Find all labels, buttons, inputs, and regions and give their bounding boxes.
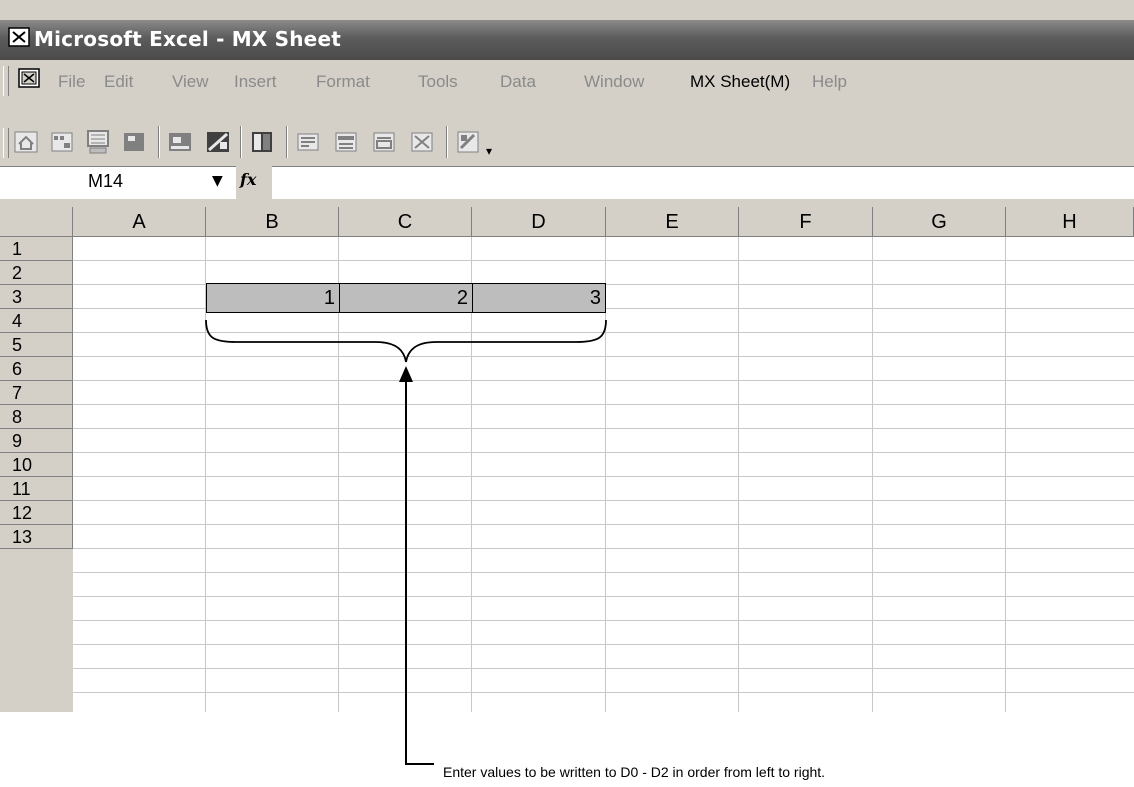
column-header-h[interactable]: H xyxy=(1006,207,1134,237)
toolbar-grip[interactable] xyxy=(3,128,9,158)
tool-book-icon[interactable] xyxy=(248,128,276,156)
row-header-9[interactable]: 9 xyxy=(0,429,73,453)
cell-c2[interactable]: 2 xyxy=(339,283,473,313)
grid-line xyxy=(73,620,1134,621)
formula-bar: M14 ▼ fx xyxy=(0,162,1134,208)
grid-line xyxy=(73,548,1134,549)
toolbar-separator xyxy=(286,126,288,158)
menu-tools[interactable]: Tools xyxy=(418,72,458,92)
row-header-2[interactable]: 2 xyxy=(0,261,73,285)
grid-line xyxy=(73,332,1134,333)
grid-line xyxy=(73,644,1134,645)
menu-mx-sheet[interactable]: MX Sheet(M) xyxy=(690,72,790,92)
grid-line xyxy=(73,356,1134,357)
tool-device-icon[interactable] xyxy=(166,128,194,156)
tool-connect-icon[interactable] xyxy=(204,128,232,156)
menu-view[interactable]: View xyxy=(172,72,209,92)
formula-input[interactable] xyxy=(272,166,1134,199)
tool-stop-icon[interactable] xyxy=(408,128,436,156)
toolbar-separator xyxy=(158,126,160,158)
menu-data[interactable]: Data xyxy=(500,72,536,92)
menu-edit[interactable]: Edit xyxy=(104,72,133,92)
grid-line xyxy=(73,524,1134,525)
name-box-value: M14 xyxy=(88,171,124,191)
annotation-note: Enter values to be written to D0 - D2 in… xyxy=(443,764,826,780)
row-header-5[interactable]: 5 xyxy=(0,333,73,357)
menu-file[interactable]: File xyxy=(58,72,85,92)
insert-function-icon[interactable]: fx xyxy=(240,170,256,189)
cell-b2[interactable]: 1 xyxy=(206,283,340,313)
tool-grid-icon[interactable] xyxy=(48,128,76,156)
column-header-f[interactable]: F xyxy=(739,207,873,237)
mx-sheet-toolbar: ▾ xyxy=(0,122,1134,162)
tool-monitor-icon[interactable] xyxy=(84,128,112,156)
grid-line xyxy=(73,428,1134,429)
window-title: Microsoft Excel - MX Sheet xyxy=(34,27,341,51)
toolbar-separator xyxy=(240,126,242,158)
row-header-4[interactable]: 4 xyxy=(0,309,73,333)
row-header-7[interactable]: 7 xyxy=(0,381,73,405)
name-box-dropdown-icon[interactable]: ▼ xyxy=(212,173,223,189)
menu-bar: File Edit View Insert Format Tools Data … xyxy=(0,60,1134,120)
menu-format[interactable]: Format xyxy=(316,72,370,92)
grid-line xyxy=(73,596,1134,597)
excel-window: Microsoft Excel - MX Sheet File Edit Vie… xyxy=(0,0,1134,712)
grid-line xyxy=(73,692,1134,693)
grid-line xyxy=(73,404,1134,405)
menu-grip[interactable] xyxy=(3,66,9,96)
row-header-10[interactable]: 10 xyxy=(0,453,73,477)
column-header-c[interactable]: C xyxy=(339,207,472,237)
column-header-g[interactable]: G xyxy=(873,207,1006,237)
cell-d2[interactable]: 3 xyxy=(472,283,606,313)
name-box[interactable]: M14 ▼ xyxy=(0,166,236,199)
row-header-6[interactable]: 6 xyxy=(0,357,73,381)
row-header-11[interactable]: 11 xyxy=(0,477,73,501)
row-header-12[interactable]: 12 xyxy=(0,501,73,525)
row-header-13[interactable]: 13 xyxy=(0,525,73,549)
toolbar-overflow-icon[interactable]: ▾ xyxy=(486,144,492,158)
row-header-3[interactable]: 3 xyxy=(0,285,73,309)
title-bar: Microsoft Excel - MX Sheet xyxy=(0,20,1134,60)
grid-line xyxy=(73,452,1134,453)
grid-line xyxy=(73,500,1134,501)
menu-window[interactable]: Window xyxy=(584,72,644,92)
tool-read-icon[interactable] xyxy=(294,128,322,156)
tool-window-icon[interactable] xyxy=(120,128,148,156)
grid-line xyxy=(73,668,1134,669)
grid-line xyxy=(73,380,1134,381)
column-header-a[interactable]: A xyxy=(73,207,206,237)
row-header-1[interactable]: 1 xyxy=(0,237,73,261)
column-header-d[interactable]: D xyxy=(472,207,606,237)
menu-insert[interactable]: Insert xyxy=(234,72,277,92)
tool-monitor-data-icon[interactable] xyxy=(370,128,398,156)
tool-settings-icon[interactable] xyxy=(454,128,482,156)
grid-line xyxy=(73,572,1134,573)
grid-line xyxy=(73,260,1134,261)
toolbar-separator xyxy=(446,126,448,158)
grid-line xyxy=(73,476,1134,477)
tool-write-icon[interactable] xyxy=(332,128,360,156)
workbook-icon[interactable] xyxy=(16,66,42,92)
column-header-e[interactable]: E xyxy=(606,207,739,237)
menu-help[interactable]: Help xyxy=(812,72,847,92)
column-header-b[interactable]: B xyxy=(206,207,339,237)
tool-home-icon[interactable] xyxy=(12,128,40,156)
excel-app-icon xyxy=(8,27,30,47)
row-header-8[interactable]: 8 xyxy=(0,405,73,429)
select-all-corner[interactable] xyxy=(0,207,73,237)
